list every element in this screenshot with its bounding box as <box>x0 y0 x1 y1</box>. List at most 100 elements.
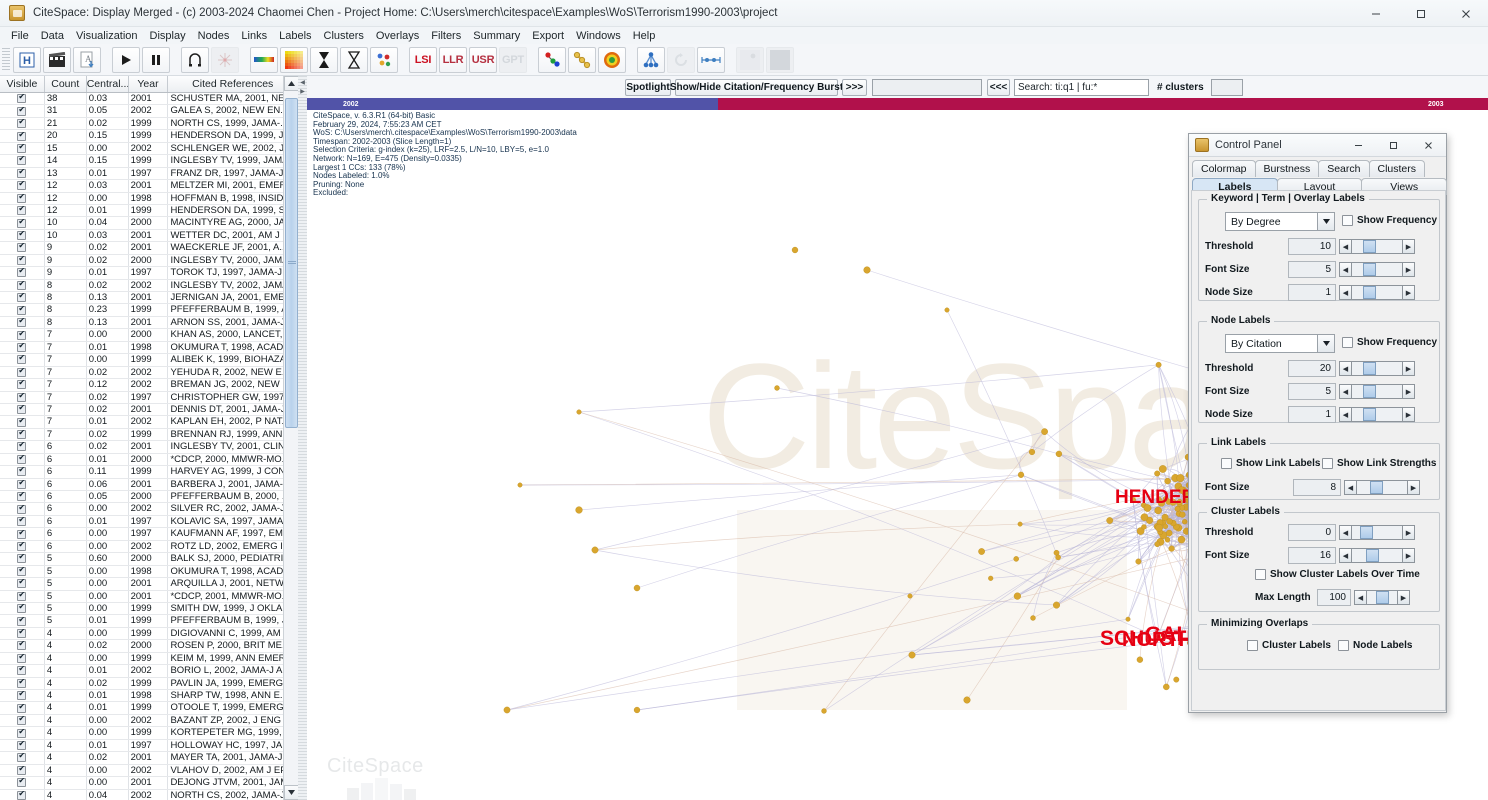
minimize-button[interactable] <box>1353 0 1398 27</box>
table-row[interactable]: 40.022000ROSEN P, 2000, BRIT ME... <box>0 640 297 653</box>
checkbox-box[interactable] <box>1255 569 1266 580</box>
table-row[interactable]: 40.011999OTOOLE T, 1999, EMERG ... <box>0 702 297 715</box>
checkbox-checked-icon[interactable] <box>17 541 27 551</box>
table-row[interactable]: 50.002001ARQUILLA J, 2001, NETW... <box>0 578 297 591</box>
visible-checkbox-cell[interactable] <box>0 478 45 490</box>
checkbox-checked-icon[interactable] <box>17 491 27 502</box>
table-row[interactable]: 70.002000KHAN AS, 2000, LANCET, ... <box>0 329 297 342</box>
timeline-segment-2002[interactable]: 2002 <box>307 98 718 110</box>
keyword-nodesize-field[interactable]: 1 <box>1288 284 1336 301</box>
checkbox-checked-icon[interactable] <box>17 790 27 800</box>
panel-splitter[interactable]: ◀ ▶ <box>298 76 307 800</box>
checkbox-checked-icon[interactable] <box>17 516 27 527</box>
overlap-node-labels-checkbox[interactable]: Node Labels <box>1338 640 1412 651</box>
checkbox-checked-icon[interactable] <box>17 217 27 228</box>
table-row[interactable]: 70.021997CHRISTOPHER GW, 1997... <box>0 391 297 404</box>
visible-checkbox-cell[interactable] <box>0 329 45 341</box>
checkbox-checked-icon[interactable] <box>17 479 27 489</box>
table-row[interactable]: 100.032001WETTER DC, 2001, AM J ... <box>0 229 297 243</box>
visible-checkbox-cell[interactable] <box>0 254 45 267</box>
table-row[interactable]: 50.002001*CDCP, 2001, MMWR-MO... <box>0 590 297 603</box>
cluster-fontsize-slider[interactable]: ◀ ▶ <box>1339 548 1415 563</box>
visible-checkbox-cell[interactable] <box>0 167 45 180</box>
keyword-threshold-slider[interactable]: ◀ ▶ <box>1339 239 1415 254</box>
table-row[interactable]: 70.022002YEHUDA R, 2002, NEW E... <box>0 366 297 380</box>
checkbox-checked-icon[interactable] <box>17 180 27 191</box>
show-hide-burst-button[interactable]: Show/Hide Citation/Frequency Burst <box>670 78 843 96</box>
visible-checkbox-cell[interactable] <box>0 764 45 777</box>
keyword-fontsize-field[interactable]: 5 <box>1288 261 1336 278</box>
checkbox-checked-icon[interactable] <box>17 566 27 576</box>
checkbox-checked-icon[interactable] <box>17 740 27 750</box>
visible-checkbox-cell[interactable] <box>0 130 45 142</box>
checkbox-checked-icon[interactable] <box>17 702 27 713</box>
menu-item-display[interactable]: Display <box>144 29 192 43</box>
slider-left-arrow-icon[interactable]: ◀ <box>1355 591 1367 604</box>
search-input[interactable]: Search: ti:q1 | fu:* <box>1014 78 1149 96</box>
forward-button[interactable]: >>> <box>842 78 867 96</box>
menu-item-overlays[interactable]: Overlays <box>370 29 425 43</box>
checkbox-checked-icon[interactable] <box>17 392 27 402</box>
keyword-show-frequency-checkbox[interactable]: Show Frequency <box>1342 215 1437 226</box>
visible-checkbox-cell[interactable] <box>0 714 45 727</box>
link-fontsize-slider[interactable]: ◀ ▶ <box>1344 480 1420 495</box>
control-panel-close-button[interactable] <box>1411 134 1446 157</box>
checkbox-checked-icon[interactable] <box>17 429 27 440</box>
back-button[interactable]: <<< <box>987 78 1010 96</box>
checkbox-checked-icon[interactable] <box>17 93 27 104</box>
column-header-count[interactable]: Count <box>45 76 87 92</box>
menu-item-windows[interactable]: Windows <box>570 29 627 43</box>
checkbox-checked-icon[interactable] <box>17 678 27 688</box>
visible-checkbox-cell[interactable] <box>0 627 45 640</box>
slider-left-arrow-icon[interactable]: ◀ <box>1340 240 1352 253</box>
timeline-bar[interactable]: 2002 2003 <box>307 98 1488 110</box>
gpt-button[interactable]: GPT <box>499 46 527 73</box>
checkbox-checked-icon[interactable] <box>17 267 27 278</box>
keyword-threshold-field[interactable]: 10 <box>1288 238 1336 255</box>
show-cluster-labels-over-time-checkbox[interactable]: Show Cluster Labels Over Time <box>1255 569 1420 580</box>
column-header-citedreferences[interactable]: Cited References <box>168 76 297 92</box>
visible-checkbox-cell[interactable] <box>0 304 45 316</box>
visible-checkbox-cell[interactable] <box>0 466 45 478</box>
node-fontsize-field[interactable]: 5 <box>1288 383 1336 400</box>
table-row[interactable]: 40.042002NORTH CS, 2002, JAMA-J... <box>0 789 297 800</box>
control-panel-tab-clusters[interactable]: Clusters <box>1368 160 1426 177</box>
slider-thumb[interactable] <box>1363 286 1376 299</box>
timeline-icon[interactable] <box>697 46 725 73</box>
table-row[interactable]: 100.042000MACINTYRE AG, 2000, JA... <box>0 217 297 230</box>
timeline-segment-2003[interactable]: 2003 <box>718 98 1488 110</box>
slider-thumb[interactable] <box>1366 549 1379 562</box>
visible-checkbox-cell[interactable] <box>0 590 45 602</box>
keyword-fontsize-slider[interactable]: ◀ ▶ <box>1339 262 1415 277</box>
checkbox-checked-icon[interactable] <box>17 466 27 477</box>
table-row[interactable]: 50.011999PFEFFERBAUM B, 1999, J... <box>0 615 297 628</box>
cluster-threshold-field[interactable]: 0 <box>1288 524 1336 541</box>
slider-thumb[interactable] <box>1363 408 1376 421</box>
checkbox-checked-icon[interactable] <box>17 130 27 141</box>
refresh-icon[interactable] <box>667 46 695 73</box>
checkbox-box[interactable] <box>1221 458 1232 469</box>
slider-thumb[interactable] <box>1363 362 1376 375</box>
table-row[interactable]: 70.012002KAPLAN EH, 2002, P NAT... <box>0 416 297 429</box>
hourglass-filled-icon[interactable] <box>310 46 338 73</box>
checkbox-checked-icon[interactable] <box>17 367 27 377</box>
slider-thumb[interactable] <box>1363 263 1376 276</box>
panel-left-icon[interactable] <box>736 46 764 73</box>
slider-left-arrow-icon[interactable]: ◀ <box>1340 286 1352 299</box>
table-row[interactable]: 60.052000PFEFFERBAUM B, 2000, ... <box>0 491 297 504</box>
menu-item-visualization[interactable]: Visualization <box>70 29 144 43</box>
table-row[interactable]: 210.021999NORTH CS, 1999, JAMA-... <box>0 117 297 131</box>
table-row[interactable]: 140.151999INGLESBY TV, 1999, JAMA... <box>0 155 297 168</box>
clusters-count-field[interactable] <box>1210 78 1243 96</box>
checkbox-checked-icon[interactable] <box>17 752 27 763</box>
table-row[interactable]: 70.122002BREMAN JG, 2002, NEW ... <box>0 379 297 392</box>
table-row[interactable]: 40.011997HOLLOWAY HC, 1997, JA... <box>0 739 297 753</box>
visible-checkbox-cell[interactable] <box>0 192 45 204</box>
checkbox-checked-icon[interactable] <box>17 715 27 726</box>
checkbox-checked-icon[interactable] <box>17 155 27 166</box>
control-panel-tab-search[interactable]: Search <box>1318 160 1370 177</box>
checkbox-box[interactable] <box>1247 640 1258 651</box>
visible-checkbox-cell[interactable] <box>0 578 45 590</box>
table-row[interactable]: 60.062001BARBERA J, 2001, JAMA-J... <box>0 478 297 491</box>
cluster-threshold-slider[interactable]: ◀ ▶ <box>1339 525 1415 540</box>
